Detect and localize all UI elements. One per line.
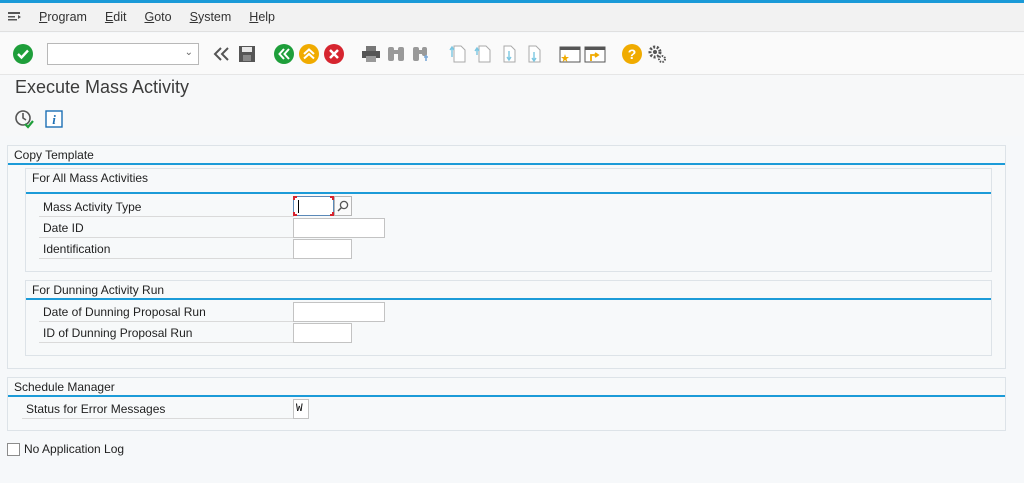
mass-activity-type-field[interactable] — [293, 196, 334, 216]
group-divider — [8, 163, 1005, 165]
help-icon[interactable]: ? — [621, 43, 643, 65]
customize-layout-icon[interactable] — [646, 43, 668, 65]
all-mass-activities-group: For All Mass Activities Mass Activity Ty… — [25, 168, 992, 272]
group-title: Schedule Manager — [14, 380, 115, 394]
last-page-icon[interactable] — [522, 43, 544, 65]
menu-program[interactable]: Program — [30, 10, 96, 24]
text-cursor — [298, 200, 299, 213]
group-divider — [8, 395, 1005, 397]
id-of-dunning-proposal-run-input[interactable] — [294, 324, 351, 342]
print-icon[interactable] — [360, 43, 382, 65]
identification-label: Identification — [39, 239, 294, 259]
create-session-icon[interactable] — [559, 43, 581, 65]
status-for-error-messages-label: Status for Error Messages — [22, 399, 294, 419]
find-next-icon[interactable] — [410, 43, 432, 65]
menu-bar: Program Edit Goto System Help — [0, 3, 1024, 32]
date-id-field[interactable] — [293, 218, 385, 238]
menu-system[interactable]: System — [181, 10, 241, 24]
command-input[interactable] — [48, 43, 178, 64]
info-icon[interactable]: i — [44, 109, 64, 129]
cancel-icon[interactable] — [323, 43, 345, 65]
mass-activity-type-input[interactable] — [294, 197, 333, 215]
group-title: Copy Template — [14, 148, 94, 162]
page-title: Execute Mass Activity — [15, 77, 190, 97]
id-of-dunning-proposal-run-field[interactable] — [293, 323, 352, 343]
chevron-down-icon[interactable]: ⌄ — [185, 47, 193, 58]
date-of-dunning-proposal-run-field[interactable] — [293, 302, 385, 322]
group-title: For All Mass Activities — [32, 171, 149, 185]
next-page-icon[interactable] — [497, 43, 519, 65]
schedule-manager-group: Schedule Manager Status for Error Messag… — [7, 377, 1006, 431]
standard-toolbar: ⌄ ? — [0, 33, 1024, 75]
mass-activity-type-label: Mass Activity Type — [39, 197, 294, 217]
svg-text:?: ? — [628, 46, 637, 62]
back-icon[interactable] — [273, 43, 295, 65]
back-double-arrow-icon[interactable] — [211, 43, 233, 65]
value-help-button[interactable] — [334, 196, 352, 216]
main-content: Copy Template For All Mass Activities Ma… — [0, 137, 1024, 483]
group-divider — [26, 192, 991, 194]
dunning-activity-run-group: For Dunning Activity Run Date of Dunning… — [25, 280, 992, 356]
search-icon — [337, 200, 349, 212]
date-of-dunning-proposal-run-label: Date of Dunning Proposal Run — [39, 302, 294, 322]
application-toolbar: i — [14, 109, 64, 129]
previous-page-icon[interactable] — [472, 43, 494, 65]
id-of-dunning-proposal-run-label: ID of Dunning Proposal Run — [39, 323, 294, 343]
group-title: For Dunning Activity Run — [32, 283, 165, 297]
date-id-input[interactable] — [294, 219, 384, 237]
identification-input[interactable] — [294, 240, 351, 258]
save-icon[interactable] — [236, 43, 258, 65]
enter-icon[interactable] — [12, 43, 34, 65]
menu-edit[interactable]: Edit — [96, 10, 136, 24]
no-application-log-label: No Application Log — [24, 442, 125, 456]
status-for-error-messages-input[interactable] — [294, 400, 308, 418]
group-divider — [26, 298, 991, 300]
exit-icon[interactable] — [298, 43, 320, 65]
svg-text:i: i — [52, 112, 56, 127]
identification-field[interactable] — [293, 239, 352, 259]
date-of-dunning-proposal-run-input[interactable] — [294, 303, 384, 321]
menu-help[interactable]: Help — [240, 10, 284, 24]
find-icon[interactable] — [385, 43, 407, 65]
status-for-error-messages-field[interactable] — [293, 399, 309, 419]
no-application-log-option[interactable]: No Application Log — [7, 442, 124, 456]
menu-toggle-icon[interactable] — [0, 3, 30, 32]
command-field[interactable]: ⌄ — [47, 42, 199, 65]
first-page-icon[interactable] — [447, 43, 469, 65]
copy-template-group: Copy Template For All Mass Activities Ma… — [7, 145, 1006, 369]
no-application-log-checkbox[interactable] — [7, 442, 20, 456]
menu-goto[interactable]: Goto — [135, 10, 180, 24]
shortcut-icon[interactable] — [584, 43, 606, 65]
title-area: Execute Mass Activity i — [0, 76, 1024, 136]
execute-schedule-icon[interactable] — [14, 109, 34, 129]
date-id-label: Date ID — [39, 218, 294, 238]
